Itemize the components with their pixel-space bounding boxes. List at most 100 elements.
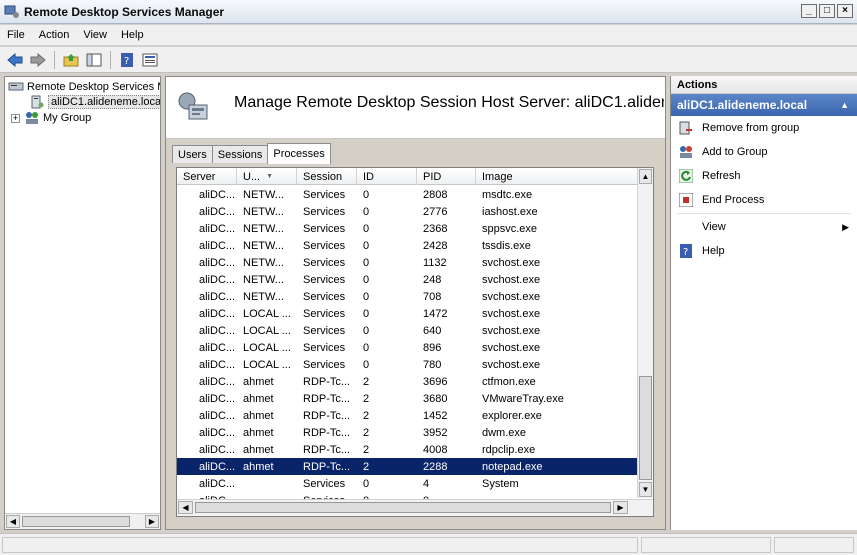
cell-user: ahmet: [243, 426, 274, 439]
details-pane: Manage Remote Desktop Session Host Serve…: [165, 76, 666, 530]
cell-pid: 780: [423, 358, 442, 371]
tree-root-item[interactable]: Remote Desktop Services Manager: [8, 79, 160, 95]
show-hide-tree-button[interactable]: [84, 50, 104, 70]
column-image[interactable]: Image: [476, 168, 639, 185]
tab-processes[interactable]: Processes: [267, 143, 331, 164]
scroll-up-icon[interactable]: ▲: [639, 169, 652, 184]
column-user[interactable]: U... ▼: [237, 168, 297, 185]
scroll-thumb[interactable]: [22, 516, 130, 527]
table-row[interactable]: aliDC... NETW... Services 0 2808 msdtc.exe: [177, 186, 639, 203]
maximize-button[interactable]: □: [819, 4, 835, 18]
up-folder-icon: [63, 53, 79, 66]
table-row[interactable]: aliDC... ahmet RDP-Tc... 2 3696 ctfmon.exe: [177, 373, 639, 390]
blank-icon: [679, 220, 693, 234]
scroll-right-icon[interactable]: ▶: [145, 515, 159, 528]
cell-id: 2: [363, 426, 370, 439]
cell-server: aliDC...: [199, 222, 236, 235]
help-button[interactable]: ?: [117, 50, 137, 70]
forward-button[interactable]: [28, 50, 48, 70]
properties-button[interactable]: [140, 50, 160, 70]
cell-session: Services: [303, 341, 346, 354]
cell-id: 0: [363, 239, 370, 252]
cell-id: 2: [363, 375, 370, 388]
table-row[interactable]: aliDC... NETW... Services 0 248 svchost.exe: [177, 271, 639, 288]
cell-pid: 3952: [423, 426, 448, 439]
table-row[interactable]: aliDC... LOCAL ... Services 0 896 svchost.exe: [177, 339, 639, 356]
table-row[interactable]: aliDC... ahmet RDP-Tc... 2 1452 explorer.exe: [177, 407, 639, 424]
scroll-thumb[interactable]: [639, 376, 652, 480]
minimize-button[interactable]: _: [801, 4, 817, 18]
table-row[interactable]: aliDC... Services 0 4 System: [177, 475, 639, 492]
cell-server: aliDC...: [199, 324, 236, 337]
cell-image: iashost.exe: [482, 205, 538, 218]
table-row[interactable]: aliDC... NETW... Services 0 2428 tssdis.exe: [177, 237, 639, 254]
table-row[interactable]: aliDC... ahmet RDP-Tc... 2 4008 rdpclip.exe: [177, 441, 639, 458]
up-one-level-button[interactable]: [61, 50, 81, 70]
cell-user: LOCAL ...: [243, 358, 291, 371]
svg-text:?: ?: [683, 247, 688, 258]
close-button[interactable]: ×: [837, 4, 853, 18]
tree-group-label: My Group: [43, 112, 92, 124]
menu-action[interactable]: Action: [32, 29, 77, 41]
back-arrow-icon: [7, 52, 23, 67]
action-remove-from-group[interactable]: Remove from group: [671, 116, 857, 140]
cell-user: ahmet: [243, 460, 274, 473]
tree-server-item[interactable]: aliDC1.alideneme.local: [29, 94, 160, 110]
scroll-right-icon[interactable]: ▶: [613, 501, 628, 514]
column-session[interactable]: Session: [297, 168, 357, 185]
cell-server: aliDC...: [199, 375, 236, 388]
action-view[interactable]: View ▶: [671, 215, 857, 239]
action-help[interactable]: ? Help: [671, 239, 857, 263]
table-row[interactable]: aliDC... NETW... Services 0 2776 iashost.exe: [177, 203, 639, 220]
tree-horizontal-scrollbar[interactable]: ◀ ▶: [5, 513, 160, 529]
table-row[interactable]: aliDC... LOCAL ... Services 0 640 svchost.exe: [177, 322, 639, 339]
cell-server: aliDC...: [199, 307, 236, 320]
console-tree: Remote Desktop Services Manager aliDC1.a…: [4, 76, 161, 530]
action-add-to-group[interactable]: Add to Group: [671, 140, 857, 164]
grid-horizontal-scrollbar[interactable]: ◀ ▶: [177, 499, 653, 516]
server-manager-icon: [8, 82, 24, 91]
table-row[interactable]: aliDC... ahmet RDP-Tc... 2 2288 notepad.exe: [177, 458, 639, 475]
actions-group-header[interactable]: aliDC1.alideneme.local ▲: [671, 94, 857, 116]
cell-id: 0: [363, 290, 370, 303]
cell-image: sppsvc.exe: [482, 222, 538, 235]
menu-view[interactable]: View: [76, 29, 114, 41]
column-pid[interactable]: PID: [417, 168, 476, 185]
menu-help[interactable]: Help: [114, 29, 151, 41]
tab-sessions[interactable]: Sessions: [211, 145, 269, 163]
menu-file[interactable]: File: [0, 29, 32, 41]
cell-pid: 1472: [423, 307, 448, 320]
table-row[interactable]: aliDC... LOCAL ... Services 0 1472 svchost.ex…: [177, 305, 639, 322]
cell-session: Services: [303, 477, 346, 490]
action-refresh[interactable]: Refresh: [671, 164, 857, 188]
cell-image: svchost.exe: [482, 341, 541, 354]
scroll-left-icon[interactable]: ◀: [178, 501, 193, 514]
actions-divider: [677, 213, 851, 214]
cell-session: Services: [303, 307, 346, 320]
action-end-process[interactable]: End Process: [671, 188, 857, 212]
table-row[interactable]: aliDC... NETW... Services 0 2368 sppsvc.exe: [177, 220, 639, 237]
table-row[interactable]: aliDC... NETW... Services 0 1132 svchost.exe: [177, 254, 639, 271]
column-server[interactable]: Server: [177, 168, 237, 185]
column-id[interactable]: ID: [357, 168, 417, 185]
table-row[interactable]: aliDC... ahmet RDP-Tc... 2 3680 VMwareTray.ex…: [177, 390, 639, 407]
cell-session: Services: [303, 222, 346, 235]
table-row[interactable]: aliDC... NETW... Services 0 708 svchost.exe: [177, 288, 639, 305]
collapse-icon[interactable]: ▲: [840, 100, 849, 110]
scroll-down-icon[interactable]: ▼: [639, 482, 652, 497]
toolbar-separator: [54, 50, 55, 69]
back-button[interactable]: [5, 50, 25, 70]
tab-users[interactable]: Users: [172, 145, 213, 163]
scroll-left-icon[interactable]: ◀: [6, 515, 20, 528]
window-controls: _ □ ×: [801, 4, 853, 18]
cell-id: 0: [363, 188, 370, 201]
tree-group-item[interactable]: + My Group: [11, 110, 91, 126]
grid-body: aliDC... NETW... Services 0 2808 msdtc.exe ali…: [177, 186, 639, 509]
table-row[interactable]: aliDC... LOCAL ... Services 0 780 svchost.exe: [177, 356, 639, 373]
scroll-thumb[interactable]: [195, 502, 611, 513]
expand-icon[interactable]: +: [11, 113, 20, 123]
cell-session: RDP-Tc...: [303, 392, 351, 405]
grid-vertical-scrollbar[interactable]: ▲ ▼: [637, 168, 653, 498]
table-row[interactable]: aliDC... ahmet RDP-Tc... 2 3952 dwm.exe: [177, 424, 639, 441]
cell-pid: 2288: [423, 460, 448, 473]
